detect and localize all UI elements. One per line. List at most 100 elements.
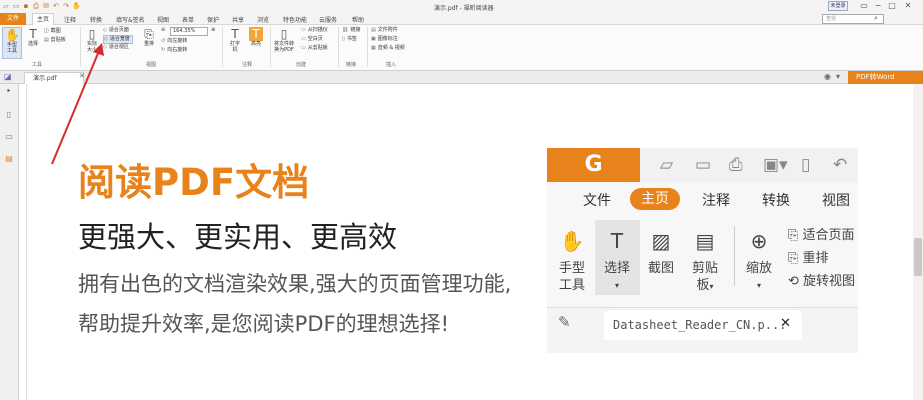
pdf-to-word-button[interactable]: PDF转Word [848, 71, 923, 84]
fit-page-button[interactable]: ◇ 适合页面 [103, 27, 129, 34]
zoom-in-icon[interactable]: ⊕ [211, 27, 215, 34]
menu-share[interactable]: 共享 [232, 15, 244, 24]
audio-video-button[interactable]: ▦ 音频 & 视频 [371, 45, 405, 52]
menu-browse[interactable]: 浏览 [257, 15, 269, 24]
menu-file[interactable]: 文件 [0, 13, 26, 25]
hand-tool-button[interactable]: ✋ 手型工具 [2, 27, 22, 59]
menu-view[interactable]: 视图 [157, 15, 169, 24]
menu-bar: 文件 主页 注释 转换 填写&签名 视图 表单 保护 共享 浏览 特色功能 云服… [0, 13, 923, 26]
typewriter-button[interactable]: T 打字机 [228, 27, 242, 53]
menu-fill-sign[interactable]: 填写&签名 [116, 15, 145, 24]
preview-tab-view: 视图 [822, 193, 850, 209]
menu-features[interactable]: 特色功能 [283, 15, 307, 24]
zoom-out-icon[interactable]: ⊖ [161, 27, 165, 34]
from-clipboard-button[interactable]: ▭ 从剪贴板 [301, 45, 328, 52]
zoom-select[interactable]: 164.35% [170, 27, 208, 36]
typewriter-icon: T [231, 27, 239, 41]
group-create-label: 创建 [296, 62, 307, 68]
preview-undo-icon: ↶ [833, 155, 848, 175]
scrollbar-thumb[interactable] [914, 238, 922, 276]
document-tab[interactable]: 演示.pdf [24, 72, 84, 84]
preview-print-icon: ⎙ [729, 155, 743, 175]
hand-small-icon[interactable]: ✋ [72, 2, 81, 10]
select-button[interactable]: T 选择 [24, 27, 42, 47]
restore-icon[interactable]: ▭ [858, 1, 870, 10]
pages-panel-icon[interactable]: ▭ [4, 132, 14, 142]
paste-icon: ▭ [301, 45, 306, 51]
preview-clip-dropdown-icon: ▾ [709, 282, 714, 291]
login-button[interactable]: 未登录 [828, 1, 848, 11]
save-icon[interactable]: ▪ [22, 2, 30, 10]
ribbon: ✋ 手型工具 T 选择 ◫ 截图 ▤ 剪贴板 工具 ▯ 实际大小 ◇ 适合页面 ◇ 适合… [0, 25, 923, 71]
app-menu-icon[interactable]: ◪ [4, 72, 12, 81]
open-icon[interactable]: ▱ [2, 2, 10, 10]
close-icon[interactable]: ✕ [902, 1, 914, 10]
group-tools-label: 工具 [32, 62, 43, 68]
camera-icon: ◫ [44, 28, 49, 34]
eye-icon[interactable]: ◉ [824, 72, 831, 81]
print-icon[interactable]: ⎙ [32, 2, 40, 10]
preview-tab-comment: 注释 [702, 193, 730, 209]
preview-text-cursor-icon: T [610, 229, 624, 253]
convert-icon: ▯ [280, 27, 288, 41]
page-icon: ▯ [88, 27, 96, 41]
snapshot-button[interactable]: ◫ 截图 [44, 28, 61, 35]
comments-panel-icon[interactable]: ▤ [4, 154, 14, 164]
rotate-left-icon: ↺ [161, 38, 166, 44]
undo-icon[interactable]: ↶ [52, 2, 60, 10]
fit-width-button[interactable]: ◇ 适合宽度 [103, 35, 133, 44]
menu-convert[interactable]: 转换 [90, 15, 102, 24]
rotate-left-button[interactable]: ↺ 向左旋转 [161, 38, 187, 45]
menu-protect[interactable]: 保护 [207, 15, 219, 24]
search-icon[interactable]: ⌕ [874, 14, 878, 23]
menu-comment[interactable]: 注释 [64, 15, 76, 24]
document-tab-bar: ◪ 演示.pdf ✕ ◉ ▾ [0, 71, 923, 84]
preview-snapshot-icon: ▣▾ [763, 155, 788, 175]
bookmark-button[interactable]: ▯ 书签 [342, 36, 357, 43]
rotate-right-button[interactable]: ↻ 向右旋转 [161, 47, 187, 54]
maximize-icon[interactable]: □ [886, 1, 898, 10]
preview-save-icon: ▭ [695, 155, 712, 175]
fit-visible-button[interactable]: ◇ 适合视区 [103, 44, 129, 51]
actual-size-button[interactable]: ▯ 实际大小 [84, 27, 100, 53]
redo-icon[interactable]: ↷ [62, 2, 70, 10]
menu-cloud[interactable]: 云服务 [319, 15, 337, 24]
fit-page-icon: ◇ [103, 27, 107, 33]
menu-help[interactable]: 帮助 [352, 15, 364, 24]
minimize-icon[interactable]: − [872, 1, 884, 10]
highlight-button[interactable]: T 高亮 [247, 27, 265, 47]
tab-close-icon[interactable]: ✕ [79, 72, 85, 80]
clipboard-button[interactable]: ▤ 剪贴板 [44, 37, 66, 44]
image-annotation-button[interactable]: ▣ 图像标注 [371, 36, 398, 43]
attachment-icon: ▤ [371, 27, 376, 33]
film-icon: ▦ [371, 45, 376, 51]
blank-page-button[interactable]: ▭ 空白页 [301, 36, 323, 43]
fit-width-icon: ◇ [104, 36, 108, 42]
title-bar: ▱ ▭ ▪ ⎙ ✉ ↶ ↷ ✋ 演示.pdf - 福昕阅读器 未登录 ▭ − □… [0, 0, 923, 13]
preview-rotate-icon: ⟲ [788, 274, 799, 289]
reflow-button[interactable]: ⎘ 重排 [141, 27, 157, 47]
folder-icon[interactable]: ▭ [12, 2, 20, 10]
preview-zoom-tool: ⊕ 缩放 ▾ [739, 226, 779, 294]
group-link-label: 链接 [346, 62, 357, 68]
preview-hand-tool: ✋ 手型 工具 [552, 226, 592, 294]
app-logo: G [547, 148, 640, 182]
email-icon[interactable]: ✉ [42, 2, 50, 10]
menu-form[interactable]: 表单 [182, 15, 194, 24]
preview-zoom-icon: ⊕ [750, 229, 768, 253]
link-button[interactable]: ⛓ 链接 [342, 27, 360, 34]
image-icon: ▣ [371, 36, 376, 42]
preview-snapshot-tool: ▨ 截图 [641, 226, 681, 277]
group-view-label: 视图 [146, 62, 157, 68]
from-scanner-button[interactable]: ▭ 从扫描仪 [301, 27, 328, 34]
preview-rotate: ⟲ 旋转视图 [788, 274, 856, 289]
group-insert-label: 插入 [386, 62, 397, 68]
tab-menu-icon[interactable]: ▾ [836, 72, 840, 81]
file-attachment-button[interactable]: ▤ 文件附件 [371, 27, 398, 34]
preview-tab-file: 文件 [583, 193, 611, 209]
preview-open-icon: ▱ [660, 155, 674, 175]
bookmark-panel-icon[interactable]: ▯ [4, 110, 14, 120]
sidebar-expand-icon[interactable]: ▸ [4, 86, 14, 96]
convert-to-pdf-button[interactable]: ▯ 将文件转换为PDF [272, 27, 296, 53]
preview-clipboard-icon: ▤ [695, 229, 715, 253]
